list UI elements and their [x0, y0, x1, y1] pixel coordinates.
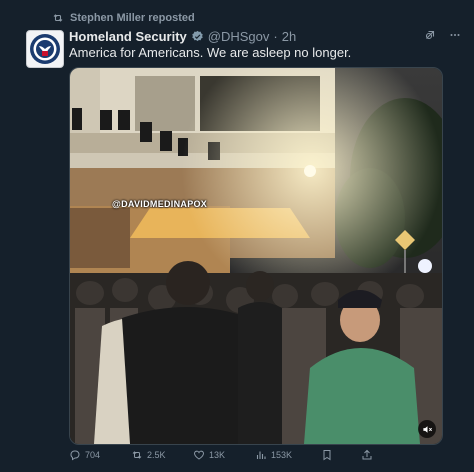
tweet-text: America for Americans. We are asleep no …: [69, 45, 352, 60]
reply-icon: [70, 450, 80, 461]
repost-indicator[interactable]: Stephen Miller reposted: [52, 12, 195, 24]
repost-button[interactable]: 2.5K: [131, 449, 193, 461]
video-frame: [70, 68, 442, 444]
bookmark-icon: [323, 450, 331, 461]
repost-text: Stephen Miller reposted: [70, 12, 195, 24]
view-count: 153K: [271, 450, 293, 460]
mute-button[interactable]: [418, 420, 436, 438]
dhs-seal-icon: [30, 34, 60, 64]
tweet-header: Homeland Security @DHSgov · 2h: [69, 29, 462, 44]
repost-count: 2.5K: [147, 450, 166, 460]
avatar[interactable]: [26, 30, 64, 68]
heart-icon: [194, 450, 204, 460]
timestamp[interactable]: 2h: [282, 29, 296, 44]
like-button[interactable]: 13K: [193, 449, 255, 461]
tweet-actions: 704 2.5K 13K 153K: [69, 449, 441, 461]
reply-button[interactable]: 704: [69, 449, 131, 461]
separator: ·: [273, 29, 278, 44]
repost-icon: [132, 451, 142, 459]
repost-icon: [53, 14, 63, 22]
author-handle[interactable]: @DHSgov: [208, 29, 270, 44]
video-watermark: @DAVIDMEDINAPOX: [112, 199, 208, 209]
like-count: 13K: [209, 450, 226, 460]
verified-badge-icon[interactable]: [191, 30, 204, 43]
more-icon[interactable]: [448, 29, 462, 44]
views-icon: [256, 451, 266, 459]
share-button[interactable]: [361, 449, 373, 461]
author-name[interactable]: Homeland Security: [69, 29, 187, 44]
share-icon: [362, 449, 372, 460]
mute-icon: [422, 425, 432, 433]
tweet-video[interactable]: @DAVIDMEDINAPOX: [69, 67, 443, 445]
bookmark-button[interactable]: [321, 449, 361, 461]
reply-count: 704: [85, 450, 101, 460]
views-button[interactable]: 153K: [255, 449, 321, 461]
grok-icon[interactable]: [424, 29, 436, 44]
